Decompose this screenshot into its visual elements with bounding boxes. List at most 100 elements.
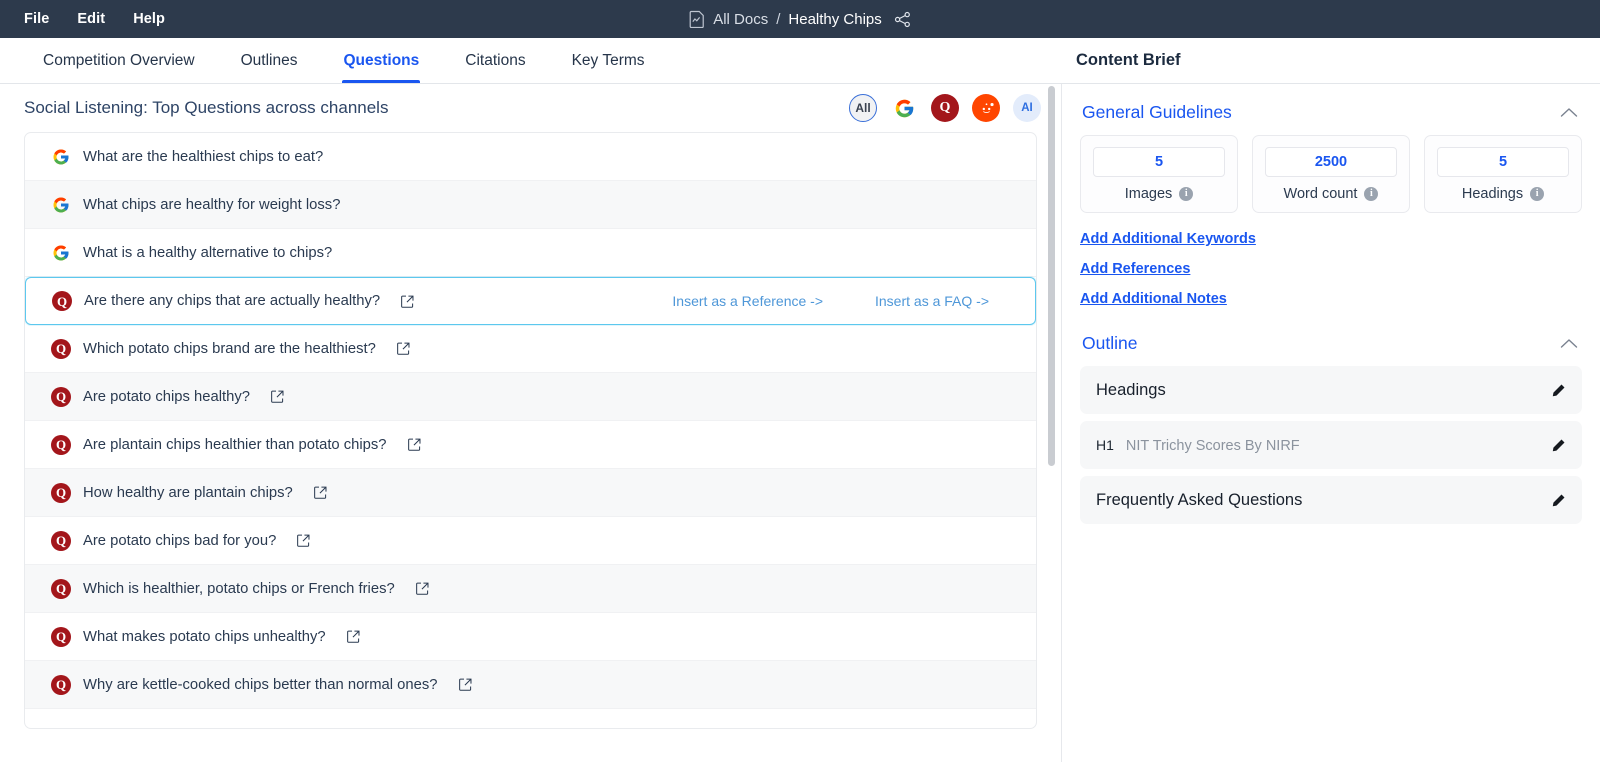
filter-ai-icon[interactable]: AI <box>1013 94 1041 122</box>
images-label: Images <box>1125 186 1173 202</box>
question-text: Are potato chips healthy? <box>83 389 250 405</box>
outline-item-title: Headings <box>1096 381 1166 400</box>
question-text: Are plantain chips healthier than potato… <box>83 437 387 453</box>
guideline-stats: 5 Images i 2500 Word count i 5 Headings … <box>1080 135 1582 213</box>
quora-icon: Q <box>51 627 71 647</box>
add-references-link[interactable]: Add References <box>1080 261 1190 277</box>
chevron-up-icon[interactable] <box>1560 338 1578 349</box>
list-item[interactable]: What chips are healthy for weight loss? <box>25 181 1036 229</box>
list-item[interactable]: Q Are potato chips healthy? <box>25 373 1036 421</box>
list-item[interactable]: Q Which is healthier, potato chips or Fr… <box>25 565 1036 613</box>
list-item[interactable]: Q Why are kettle-cooked chips better tha… <box>25 661 1036 709</box>
question-text: How healthy are plantain chips? <box>83 485 293 501</box>
question-content: Q Which potato chips brand are the healt… <box>51 339 1018 359</box>
headings-label: Headings <box>1462 186 1523 202</box>
headings-input[interactable]: 5 <box>1437 147 1569 177</box>
question-content: Q What makes potato chips unhealthy? <box>51 627 1018 647</box>
external-link-icon[interactable] <box>347 630 360 643</box>
list-item[interactable]: What are the healthiest chips to eat? <box>25 133 1036 181</box>
breadcrumb-document-name[interactable]: Healthy Chips <box>788 11 881 28</box>
external-link-icon[interactable] <box>271 390 284 403</box>
insert-as-reference-button[interactable]: Insert as a Reference -> <box>672 293 823 309</box>
info-icon[interactable]: i <box>1530 187 1544 201</box>
quora-icon: Q <box>51 339 71 359</box>
tab-competition-overview[interactable]: Competition Overview <box>20 38 218 83</box>
list-item[interactable]: Q Are plantain chips healthier than pota… <box>25 421 1036 469</box>
external-link-icon[interactable] <box>314 486 327 499</box>
add-additional-keywords-link[interactable]: Add Additional Keywords <box>1080 231 1256 247</box>
filter-quora-icon[interactable]: Q <box>931 94 959 122</box>
list-item-selected[interactable]: Q Are there any chips that are actually … <box>25 277 1036 325</box>
menu-edit[interactable]: Edit <box>63 5 119 33</box>
outline-section: Outline Headings <box>1080 329 1582 524</box>
content-brief-pane: General Guidelines 5 Images i 2500 Word … <box>1062 84 1600 762</box>
question-text: What are the healthiest chips to eat? <box>83 149 323 165</box>
stat-card-images: 5 Images i <box>1080 135 1238 213</box>
menu-help[interactable]: Help <box>119 5 179 33</box>
list-item[interactable]: Q Are potato chips bad for you? <box>25 517 1036 565</box>
tab-citations[interactable]: Citations <box>442 38 548 83</box>
question-content: What chips are healthy for weight loss? <box>51 195 1018 215</box>
edit-pencil-icon[interactable] <box>1551 493 1566 508</box>
external-link-icon[interactable] <box>408 438 421 451</box>
tab-outlines[interactable]: Outlines <box>218 38 321 83</box>
external-link-icon[interactable] <box>297 534 310 547</box>
list-item[interactable]: Q What makes potato chips unhealthy? <box>25 613 1036 661</box>
list-item[interactable]: What is a healthy alternative to chips? <box>25 229 1036 277</box>
tab-list: Competition Overview Outlines Questions … <box>0 38 1062 83</box>
outline-item-title: Frequently Asked Questions <box>1096 491 1302 510</box>
headings-label-row: Headings i <box>1437 186 1569 202</box>
filter-all-button[interactable]: All <box>849 94 877 122</box>
list-item[interactable]: Q Which potato chips brand are the healt… <box>25 325 1036 373</box>
word-count-input[interactable]: 2500 <box>1265 147 1397 177</box>
breadcrumb-all-docs[interactable]: All Docs <box>713 11 768 28</box>
external-link-icon[interactable] <box>401 295 414 308</box>
outline-item-tag: H1 <box>1096 437 1114 453</box>
list-item[interactable]: Q How healthy are plantain chips? <box>25 469 1036 517</box>
question-text: Why are kettle-cooked chips better than … <box>83 677 438 693</box>
external-link-icon[interactable] <box>416 582 429 595</box>
outline-item-subtitle: NIT Trichy Scores By NIRF <box>1126 438 1300 454</box>
question-text: Are there any chips that are actually he… <box>84 293 380 309</box>
outline-header: Outline <box>1080 329 1582 354</box>
outline-item-label: Headings <box>1096 381 1551 400</box>
images-input[interactable]: 5 <box>1093 147 1225 177</box>
info-icon[interactable]: i <box>1364 187 1378 201</box>
quora-icon: Q <box>51 579 71 599</box>
word-count-label: Word count <box>1284 186 1358 202</box>
outline-item-label: Frequently Asked Questions <box>1096 491 1551 510</box>
outline-item-h1[interactable]: H1 NIT Trichy Scores By NIRF <box>1080 421 1582 469</box>
external-link-icon[interactable] <box>397 342 410 355</box>
add-additional-notes-link[interactable]: Add Additional Notes <box>1080 291 1227 307</box>
external-link-icon[interactable] <box>459 678 472 691</box>
menu-group: File Edit Help <box>0 5 179 33</box>
filter-reddit-icon[interactable] <box>972 94 1000 122</box>
general-guidelines-header: General Guidelines <box>1080 98 1582 123</box>
questions-scrollbar[interactable] <box>1048 86 1055 466</box>
google-icon <box>51 243 71 263</box>
question-text: Which potato chips brand are the healthi… <box>83 341 376 357</box>
insert-as-faq-button[interactable]: Insert as a FAQ -> <box>875 293 989 309</box>
outline-item-headings[interactable]: Headings <box>1080 366 1582 414</box>
question-content: Q How healthy are plantain chips? <box>51 483 1018 503</box>
breadcrumb: All Docs / Healthy Chips <box>689 10 911 28</box>
tab-key-terms[interactable]: Key Terms <box>549 38 668 83</box>
outline-title: Outline <box>1082 333 1137 354</box>
menu-file[interactable]: File <box>10 5 63 33</box>
edit-pencil-icon[interactable] <box>1551 438 1566 453</box>
outline-item-faq[interactable]: Frequently Asked Questions <box>1080 476 1582 524</box>
page-title: Social Listening: Top Questions across c… <box>24 98 388 118</box>
edit-pencil-icon[interactable] <box>1551 383 1566 398</box>
channel-filter-group: All Q <box>849 94 1041 122</box>
share-icon[interactable] <box>894 11 911 28</box>
question-content: Q Are there any chips that are actually … <box>52 291 672 311</box>
info-icon[interactable]: i <box>1179 187 1193 201</box>
question-content: Q Why are kettle-cooked chips better tha… <box>51 675 1018 695</box>
word-count-label-row: Word count i <box>1265 186 1397 202</box>
filter-google-icon[interactable] <box>890 94 918 122</box>
tab-questions[interactable]: Questions <box>320 38 442 83</box>
outline-item-label: H1 NIT Trichy Scores By NIRF <box>1096 437 1551 454</box>
questions-list: What are the healthiest chips to eat? Wh… <box>24 132 1037 729</box>
question-content: Q Are potato chips healthy? <box>51 387 1018 407</box>
chevron-up-icon[interactable] <box>1560 107 1578 118</box>
